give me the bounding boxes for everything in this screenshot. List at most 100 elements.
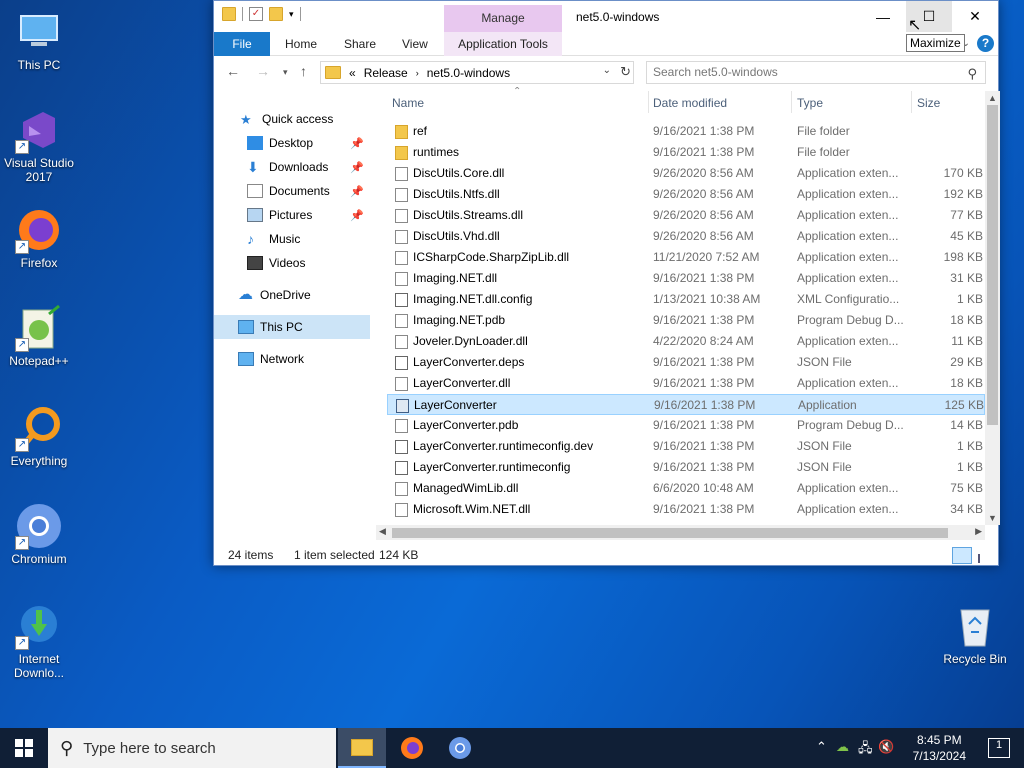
file-date-modified: 9/26/2020 8:56 AM [653,208,754,222]
breadcrumb-release[interactable]: Release [364,66,408,80]
file-row[interactable]: Microsoft.Wim.NET.dll 9/16/2021 1:38 PM Ap… [387,499,985,520]
refresh-icon[interactable]: ↻ [620,64,631,80]
tab-home[interactable]: Home [285,32,317,56]
nav-videos[interactable]: Videos [214,251,370,275]
file-row[interactable]: Imaging.NET.dll 9/16/2021 1:38 PM Applicat… [387,268,985,289]
nav-downloads[interactable]: ⬇ Downloads 📌 [214,155,370,179]
tab-file[interactable]: File [214,32,270,56]
file-row[interactable]: LayerConverter.runtimeconfig.dev 9/16/202… [387,436,985,457]
tab-share[interactable]: Share [344,32,376,56]
volume-muted-icon[interactable]: 🔇 [878,739,894,755]
close-button[interactable]: ✕ [952,1,998,32]
file-row[interactable]: DiscUtils.Streams.dll 9/26/2020 8:56 AM Ap… [387,205,985,226]
notification-center-button[interactable]: 1 [988,738,1010,758]
column-header-type[interactable]: Type [797,96,823,110]
desktop-icon-chromium[interactable]: ↗ Chromium [0,502,78,566]
file-icon [395,251,408,265]
scroll-right-icon[interactable]: ▶ [975,526,982,537]
show-hidden-icons-icon[interactable]: ⌃ [816,739,827,755]
nav-this-pc[interactable]: This PC [214,315,370,339]
column-header-name[interactable]: Name [392,96,424,110]
search-input[interactable]: Search net5.0-windows ⚲ [646,61,986,84]
file-row[interactable]: ICSharpCode.SharpZipLib.dll 11/21/2020 7:… [387,247,985,268]
file-row[interactable]: runtimes 9/16/2021 1:38 PM File folder [387,142,985,163]
file-row[interactable]: LayerConverter.runtimeconfig 9/16/2021 1:… [387,457,985,478]
desktop-icon-recycle-bin[interactable]: Recycle Bin [936,602,1014,666]
network-icon[interactable]: 🖧 [858,739,873,761]
file-row[interactable]: LayerConverter.pdb 9/16/2021 1:38 PM Progr… [387,415,985,436]
breadcrumb-overflow[interactable]: « [349,66,356,80]
vertical-scrollbar[interactable]: ▲ ▼ [985,91,1000,525]
customize-toolbar-icon[interactable]: ▾ [289,9,294,20]
desktop-icon-everything[interactable]: ↗ Everything [0,404,78,468]
scroll-down-icon[interactable]: ▼ [988,513,997,523]
taskbar-chromium[interactable] [436,728,484,768]
file-icon [395,419,408,433]
tab-application-tools[interactable]: Application Tools [444,32,562,56]
horizontal-scrollbar[interactable]: ◀ ▶ [376,525,985,540]
breadcrumb-net5[interactable]: net5.0-windows [427,66,510,80]
recent-locations-button[interactable]: ▾ [283,67,288,78]
scrollbar-thumb[interactable] [987,105,998,425]
shortcut-arrow-icon: ↗ [15,240,29,254]
nav-pictures[interactable]: Pictures 📌 [214,203,370,227]
nav-quick-access[interactable]: ★ Quick access [214,107,370,131]
properties-icon[interactable]: ✓ [249,7,263,21]
minimize-button[interactable]: — [860,1,906,32]
address-bar[interactable]: « Release › net5.0-windows ⌄ ↻ [320,61,634,84]
file-size: 198 KB [943,250,983,264]
nav-network[interactable]: Network [214,347,370,371]
file-row[interactable]: DiscUtils.Vhd.dll 9/26/2020 8:56 AM Applic… [387,226,985,247]
file-row[interactable]: Joveler.DynLoader.dll 4/22/2020 8:24 AM Ap… [387,331,985,352]
taskbar-firefox[interactable] [388,728,436,768]
file-row[interactable]: ManagedWimLib.dll 6/6/2020 10:48 AM Applic… [387,478,985,499]
desktop-icon-internet-download-manager[interactable]: ↗ Internet Downlo... [0,602,78,680]
scroll-left-icon[interactable]: ◀ [379,526,386,537]
nav-label: This PC [260,320,303,334]
help-icon[interactable]: ? [977,35,994,52]
taskbar-search-input[interactable]: ⚲ Type here to search [48,728,336,768]
new-folder-icon[interactable] [269,7,283,21]
file-row[interactable]: ref 9/16/2021 1:38 PM File folder [387,121,985,142]
file-type: Application exten... [797,250,899,264]
file-row[interactable]: DiscUtils.Ntfs.dll 9/26/2020 8:56 AM Appli… [387,184,985,205]
file-row[interactable]: LayerConverter 9/16/2021 1:38 PM Applicati… [387,394,985,415]
tab-manage[interactable]: Manage [444,5,562,32]
network-icon [238,352,254,366]
file-row[interactable]: Imaging.NET.pdb 9/16/2021 1:38 PM Program … [387,310,985,331]
nav-documents[interactable]: Documents 📌 [214,179,370,203]
nav-label: Quick access [262,112,334,126]
address-dropdown-icon[interactable]: ⌄ [603,65,611,76]
file-type: Application exten... [797,208,899,222]
tab-view[interactable]: View [402,32,428,56]
file-name: ref [413,124,428,138]
forward-button[interactable]: → [256,63,270,79]
desktop-icon-notepad-plus-plus[interactable]: ↗ Notepad++ [0,304,78,368]
start-button[interactable] [0,728,48,768]
column-header-date[interactable]: Date modified [653,96,727,110]
taskbar-file-explorer[interactable] [338,728,386,768]
file-row[interactable]: Imaging.NET.dll.config 1/13/2021 10:38 AM… [387,289,985,310]
scroll-up-icon[interactable]: ▲ [988,93,997,103]
desktop-icon-this-pc[interactable]: This PC [0,8,78,72]
clock[interactable]: 8:45 PM 7/13/2024 [913,732,966,764]
network-status-icon[interactable]: ☁ [836,739,849,755]
nav-onedrive[interactable]: ☁ OneDrive [214,283,370,307]
back-button[interactable]: ← [226,63,240,79]
up-button[interactable]: ↑ [300,63,307,79]
column-header-size[interactable]: Size [917,96,940,110]
nav-music[interactable]: ♪ Music [214,227,370,251]
large-icons-view-button[interactable] [974,547,994,564]
file-row[interactable]: LayerConverter.deps 9/16/2021 1:38 PM JSON… [387,352,985,373]
scrollbar-thumb[interactable] [392,528,948,538]
file-row[interactable]: DiscUtils.Core.dll 9/26/2020 8:56 AM Appli… [387,163,985,184]
details-view-button[interactable] [952,547,972,564]
desktop-icon-visual-studio[interactable]: ↗ Visual Studio 2017 [0,106,78,184]
file-date-modified: 11/21/2020 7:52 AM [653,250,760,264]
file-type: Program Debug D... [797,418,904,432]
file-row[interactable]: LayerConverter.dll 9/16/2021 1:38 PM Appli… [387,373,985,394]
nav-desktop[interactable]: Desktop 📌 [214,131,370,155]
desktop-icon-firefox[interactable]: ↗ Firefox [0,206,78,270]
videos-icon [247,256,263,270]
this-pc-icon [15,8,63,56]
